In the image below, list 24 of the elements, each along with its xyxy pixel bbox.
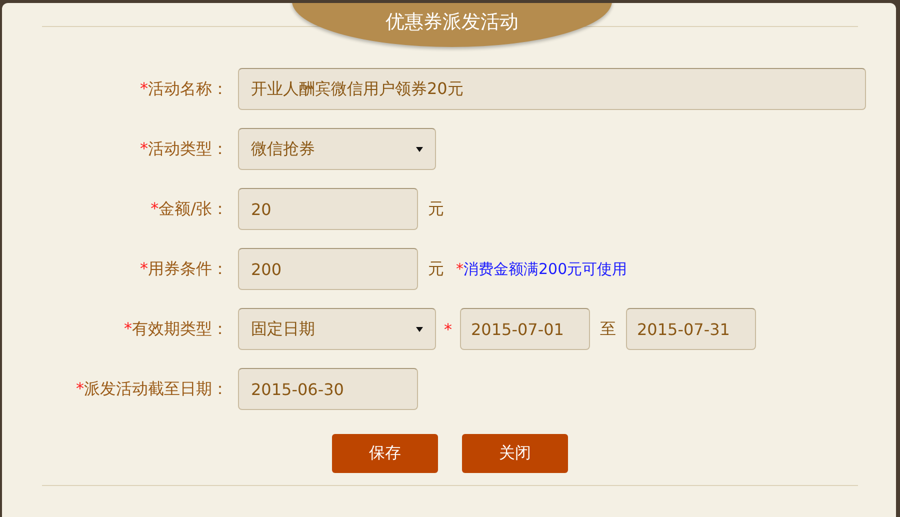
- hint-text: *消费金额满200元可使用: [456, 260, 628, 278]
- required-mark: *: [444, 320, 452, 338]
- unit-label: 元: [428, 198, 444, 220]
- input-field[interactable]: 2015-07-31: [626, 308, 756, 350]
- save-button[interactable]: 保存: [332, 434, 438, 473]
- field-label: *用券条件：: [139, 258, 229, 280]
- field-label: *金额/张：: [150, 198, 229, 220]
- caret-icon: [416, 326, 423, 332]
- dropdown[interactable]: 固定日期: [238, 308, 436, 350]
- dropdown[interactable]: 微信抢券: [238, 128, 436, 170]
- input-field[interactable]: 2015-06-30: [238, 368, 418, 410]
- close-button[interactable]: 关闭: [462, 434, 568, 473]
- dialog-title: 优惠券派发活动: [386, 10, 518, 35]
- unit-label: 至: [600, 318, 616, 340]
- field-label: *活动类型：: [139, 138, 229, 160]
- input-field[interactable]: 2015-07-01: [460, 308, 590, 350]
- input-field[interactable]: 200: [238, 248, 418, 290]
- input-field[interactable]: 开业人酬宾微信用户领券20元: [238, 68, 866, 110]
- field-label: *活动名称：: [139, 78, 229, 100]
- input-field[interactable]: 20: [238, 188, 418, 230]
- field-label: *有效期类型：: [123, 318, 229, 340]
- field-label: *派发活动截至日期：: [75, 378, 229, 400]
- caret-icon: [416, 146, 423, 152]
- unit-label: 元: [428, 258, 444, 280]
